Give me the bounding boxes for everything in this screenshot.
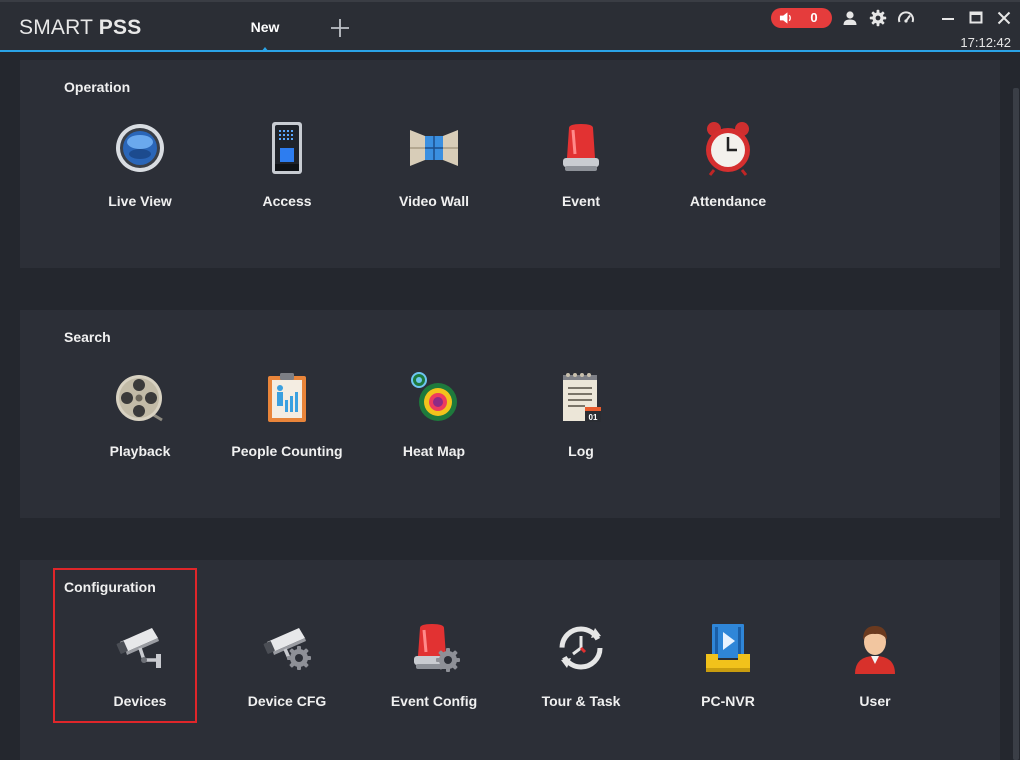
brand-bold: PSS: [98, 16, 142, 39]
user-icon[interactable]: [841, 9, 859, 27]
maximize-icon[interactable]: [967, 9, 985, 27]
settings-gear-icon[interactable]: [869, 9, 887, 27]
alarm-light-icon: [563, 124, 599, 171]
calendar-day: 01: [589, 413, 598, 422]
speaker-icon: [779, 12, 791, 24]
section-title-operation: Operation: [64, 79, 131, 95]
tile-label: People Counting: [231, 443, 343, 459]
tile-tour-task[interactable]: Tour & Task: [511, 620, 651, 720]
tile-device-cfg[interactable]: Device CFG: [217, 620, 357, 720]
tile-event-config[interactable]: Event Config: [364, 620, 504, 720]
tab-label: New: [250, 19, 280, 35]
scrollbar[interactable]: [1012, 52, 1020, 760]
tile-attendance[interactable]: Attendance: [658, 120, 798, 220]
tile-event[interactable]: Event: [511, 120, 651, 220]
tile-label: Attendance: [689, 193, 767, 209]
tile-label: Video Wall: [398, 193, 469, 209]
clock: 17:12:42: [960, 35, 1011, 50]
tour-clock-icon: [559, 626, 603, 670]
tile-label: Playback: [109, 443, 171, 459]
people-counting-icon: [268, 373, 306, 422]
performance-gauge-icon[interactable]: [897, 9, 915, 27]
tile-live-view[interactable]: Live View: [70, 120, 210, 220]
tile-label: User: [859, 693, 891, 709]
minimize-icon[interactable]: [939, 9, 957, 27]
scrollbar-thumb[interactable]: [1013, 88, 1019, 760]
tile-people-counting[interactable]: People Counting: [217, 370, 357, 470]
tile-video-wall[interactable]: Video Wall: [364, 120, 504, 220]
access-control-icon: [272, 122, 302, 174]
alarm-badge[interactable]: 0: [771, 8, 832, 28]
tile-label: Event: [561, 193, 601, 209]
alarm-count: 0: [810, 10, 818, 25]
log-notepad-icon: 01: [563, 373, 601, 422]
title-bar: SMART PSS New 0 17:12:42: [0, 0, 1020, 52]
tab-new[interactable]: New: [236, 2, 294, 54]
camera-lens-icon: [116, 124, 164, 172]
film-reel-icon: [116, 375, 163, 422]
app-logo: SMART PSS: [19, 16, 141, 40]
tile-log[interactable]: 01 Log: [511, 370, 651, 470]
section-title-search: Search: [64, 329, 111, 345]
add-tab-icon[interactable]: [328, 16, 352, 40]
alarm-gear-icon: [414, 624, 460, 672]
active-tab-indicator: [261, 47, 269, 52]
heat-map-icon: [411, 372, 457, 421]
tile-label: Tour & Task: [541, 693, 621, 709]
close-icon[interactable]: [995, 9, 1013, 27]
tile-pc-nvr[interactable]: PC-NVR: [658, 620, 798, 720]
search-panel: Search Playback People Counting Heat Map…: [20, 310, 1000, 518]
tile-playback[interactable]: Playback: [70, 370, 210, 470]
tile-access[interactable]: Access: [217, 120, 357, 220]
tile-user[interactable]: User: [805, 620, 945, 720]
selection-highlight: [53, 568, 197, 723]
pc-nvr-icon: [706, 624, 750, 672]
operation-panel: Operation Live View Access Video Wall Ev…: [20, 60, 1000, 268]
tile-label: Live View: [108, 193, 172, 209]
tile-label: Device CFG: [247, 693, 327, 709]
user-avatar-icon: [855, 626, 895, 674]
tile-label: Log: [568, 443, 594, 459]
video-wall-icon: [410, 130, 458, 166]
tile-label: Access: [262, 193, 312, 209]
tile-label: PC-NVR: [701, 693, 755, 709]
alarm-clock-icon: [706, 122, 750, 176]
tile-label: Event Config: [390, 693, 478, 709]
camera-gear-icon: [263, 628, 311, 670]
tile-heat-map[interactable]: Heat Map: [364, 370, 504, 470]
tile-label: Heat Map: [402, 443, 466, 459]
brand-light: SMART: [19, 16, 93, 39]
